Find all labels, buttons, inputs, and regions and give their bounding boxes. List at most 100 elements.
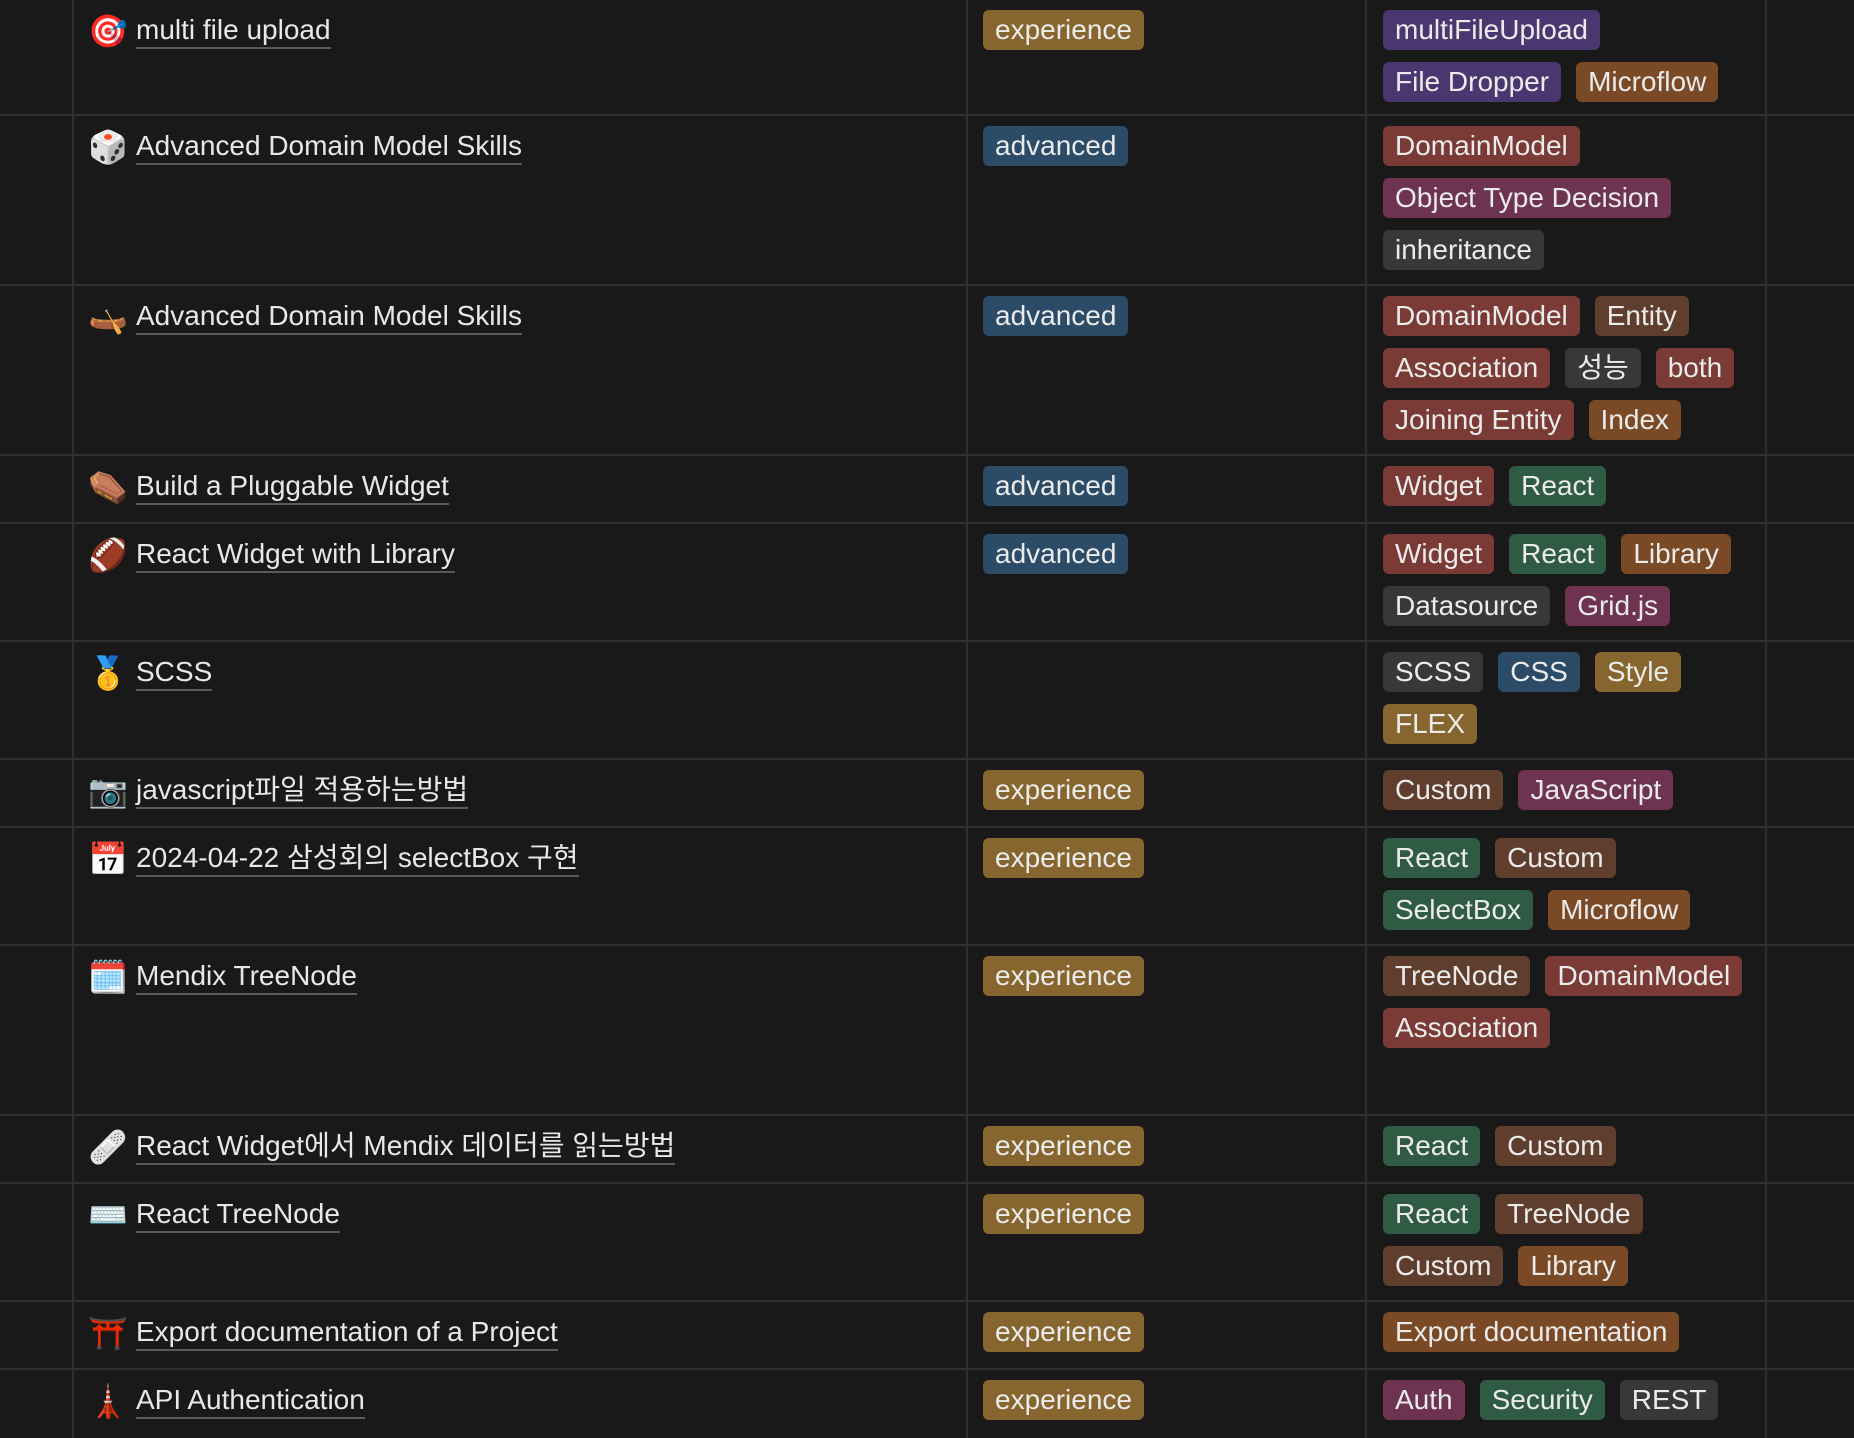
name-cell[interactable]: 🎲 Advanced Domain Model Skills [88,126,522,168]
tags-cell[interactable]: React TreeNode Custom Library [1383,1194,1753,1286]
tag: Object Type Decision [1383,178,1672,218]
table-row[interactable]: 🗓️ Mendix TreeNode experience TreeNode D… [0,946,1854,1116]
tag: both [1655,348,1735,388]
tag: Library [1518,1246,1629,1286]
page-title-link[interactable]: API Authentication [136,1384,365,1419]
type-tag: advanced [983,466,1129,506]
tower-icon[interactable]: 🗼 [88,1381,128,1421]
tags-cell[interactable]: Custom JavaScript [1383,770,1753,810]
tag: TreeNode [1495,1194,1643,1234]
type-cell[interactable]: experience [983,838,1144,878]
medal-icon[interactable]: 🥇 [88,653,128,693]
type-cell[interactable]: experience [983,10,1144,50]
tag: Security [1479,1380,1605,1420]
tags-cell[interactable]: React Custom [1383,1126,1753,1166]
name-cell[interactable]: 🩹 React Widget에서 Mendix 데이터를 읽는방법 [88,1126,676,1168]
tag: Custom [1495,1126,1616,1166]
name-cell[interactable]: ⚰️ Build a Pluggable Widget [88,466,449,508]
tags-cell[interactable]: DomainModel Object Type Decision inherit… [1383,126,1753,270]
tags-cell[interactable]: TreeNode DomainModel Association [1383,956,1753,1048]
tags-cell[interactable]: SCSS CSS Style FLEX [1383,652,1753,744]
tag: SCSS [1383,652,1484,692]
page-title-link[interactable]: React TreeNode [136,1198,340,1233]
page-title-link[interactable]: SCSS [136,656,213,691]
type-tag: experience [983,1312,1144,1352]
name-cell[interactable]: 🥇 SCSS [88,652,213,694]
tags-cell[interactable]: Widget React Library Datasource Grid.js [1383,534,1753,626]
type-cell[interactable]: advanced [983,126,1129,166]
camera-icon[interactable]: 📷 [88,771,128,811]
table-row[interactable]: ⚰️ Build a Pluggable Widget advanced Wid… [0,456,1854,524]
table-row[interactable]: ⌨️ React TreeNode experience React TreeN… [0,1184,1854,1302]
spiral-calendar-icon[interactable]: 🗓️ [88,957,128,997]
tag: Datasource [1383,586,1551,626]
tag: React [1383,1126,1481,1166]
tags-cell[interactable]: DomainModel Entity Association 성능 both J… [1383,296,1753,440]
page-title-link[interactable]: Advanced Domain Model Skills [136,130,522,165]
page-title-link[interactable]: 2024-04-22 삼성회의 selectBox 구현 [136,842,579,877]
tag: Joining Entity [1383,400,1574,440]
table-row[interactable]: 🗼 API Authentication experience Auth Sec… [0,1370,1854,1438]
name-cell[interactable]: 🗓️ Mendix TreeNode [88,956,358,998]
name-cell[interactable]: ⌨️ React TreeNode [88,1194,340,1236]
type-tag: experience [983,838,1144,878]
name-cell[interactable]: 📷 javascript파일 적용하는방법 [88,770,469,812]
page-title-link[interactable]: Advanced Domain Model Skills [136,300,522,335]
name-cell[interactable]: 🗼 API Authentication [88,1380,365,1422]
canoe-icon[interactable]: 🛶 [88,297,128,337]
torii-gate-icon[interactable]: ⛩️ [88,1313,128,1353]
tag: Custom [1383,770,1504,810]
type-cell[interactable]: experience [983,1380,1144,1420]
tags-cell[interactable]: Export documentation [1383,1312,1753,1352]
type-cell[interactable]: advanced [983,534,1129,574]
dice-icon[interactable]: 🎲 [88,127,128,167]
type-tag: advanced [983,534,1129,574]
tag: inheritance [1383,230,1544,270]
type-cell[interactable]: advanced [983,466,1129,506]
tag: DomainModel [1383,296,1580,336]
page-title-link[interactable]: Mendix TreeNode [136,960,358,995]
name-cell[interactable]: 🏈 React Widget with Library [88,534,456,576]
tags-cell[interactable]: Widget React [1383,466,1753,506]
page-title-link[interactable]: Build a Pluggable Widget [136,470,449,505]
tag: FLEX [1383,704,1478,744]
name-cell[interactable]: 🎯 multi file upload [88,10,331,52]
page-title-link[interactable]: javascript파일 적용하는방법 [136,774,469,809]
tag: Widget [1383,534,1495,574]
page-title-link[interactable]: Export documentation of a Project [136,1316,558,1351]
type-cell[interactable]: experience [983,1312,1144,1352]
table-row[interactable]: 📅 2024-04-22 삼성회의 selectBox 구현 experienc… [0,828,1854,946]
tag: multiFileUpload [1383,10,1600,50]
tags-cell[interactable]: multiFileUpload File Dropper Microflow [1383,10,1753,102]
name-cell[interactable]: 🛶 Advanced Domain Model Skills [88,296,522,338]
table-row[interactable]: 🎲 Advanced Domain Model Skills advanced … [0,116,1854,286]
type-cell[interactable]: experience [983,1126,1144,1166]
table-row[interactable]: ⛩️ Export documentation of a Project exp… [0,1302,1854,1370]
page-title-link[interactable]: React Widget에서 Mendix 데이터를 읽는방법 [136,1130,676,1165]
table-row[interactable]: 🩹 React Widget에서 Mendix 데이터를 읽는방법 experi… [0,1116,1854,1184]
coffin-icon[interactable]: ⚰️ [88,467,128,507]
name-cell[interactable]: ⛩️ Export documentation of a Project [88,1312,558,1354]
type-cell[interactable]: experience [983,956,1144,996]
page-title-link[interactable]: React Widget with Library [136,538,456,573]
tag: Association [1383,1008,1551,1048]
tag: Widget [1383,466,1495,506]
tags-cell[interactable]: React Custom SelectBox Microflow [1383,838,1753,930]
table-row[interactable]: 🎯 multi file upload experience multiFile… [0,0,1854,116]
type-cell[interactable]: advanced [983,296,1129,336]
type-cell[interactable]: experience [983,1194,1144,1234]
type-tag: experience [983,1126,1144,1166]
type-cell[interactable]: experience [983,770,1144,810]
page-title-link[interactable]: multi file upload [136,14,331,49]
table-row[interactable]: 🥇 SCSS SCSS CSS Style FLEX [0,642,1854,760]
table-row[interactable]: 📷 javascript파일 적용하는방법 experience Custom … [0,760,1854,828]
keyboard-icon[interactable]: ⌨️ [88,1195,128,1235]
target-icon[interactable]: 🎯 [88,11,128,51]
table-row[interactable]: 🏈 React Widget with Library advanced Wid… [0,524,1854,642]
football-icon[interactable]: 🏈 [88,535,128,575]
name-cell[interactable]: 📅 2024-04-22 삼성회의 selectBox 구현 [88,838,579,880]
calendar-icon[interactable]: 📅 [88,839,128,879]
bandage-icon[interactable]: 🩹 [88,1127,128,1167]
table-row[interactable]: 🛶 Advanced Domain Model Skills advanced … [0,286,1854,456]
tags-cell[interactable]: Auth Security REST [1383,1380,1753,1420]
